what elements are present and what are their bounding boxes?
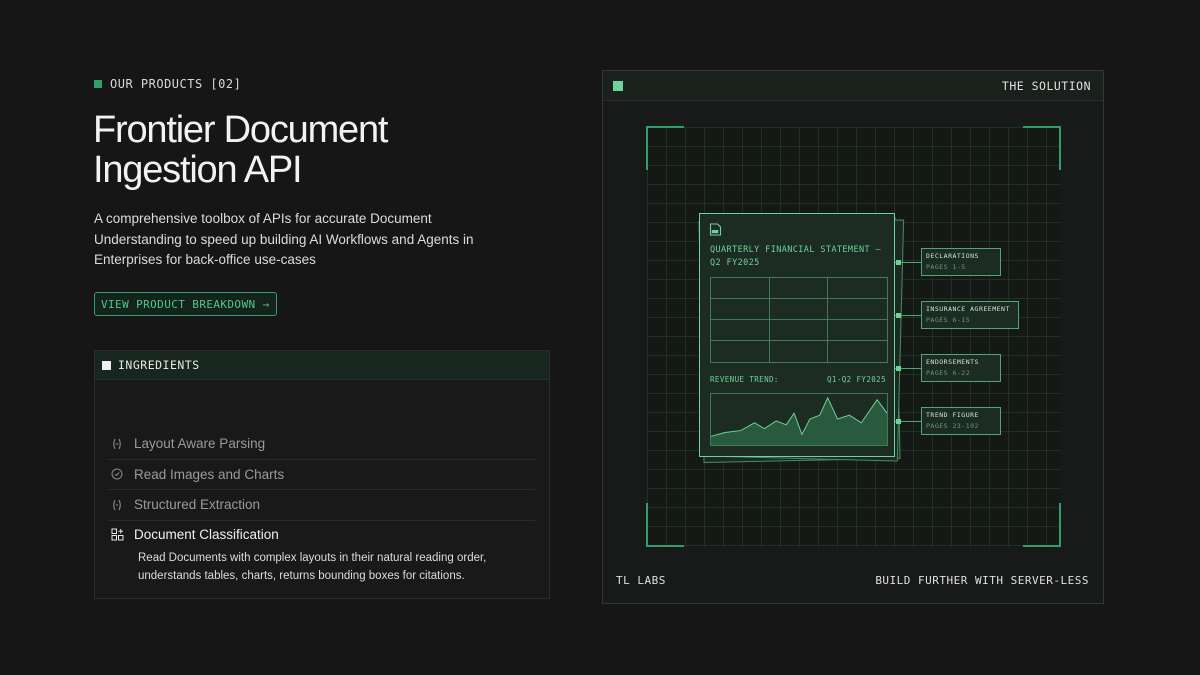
ingredient-label: Structured Extraction <box>134 497 261 513</box>
corner-bracket-bottom-left <box>646 503 684 547</box>
document-icon <box>709 223 722 241</box>
white-square-icon <box>102 360 111 370</box>
corner-bracket-bottom-right <box>1023 503 1061 547</box>
corner-bracket-top-left <box>646 126 684 170</box>
parse-icon <box>110 437 124 451</box>
section-label-trend-figure: TREND FIGURE PAGES 23-102 <box>921 407 1001 435</box>
ingredient-document-classification[interactable]: Document Classification <box>107 521 535 549</box>
ingredient-label: Layout Aware Parsing <box>134 436 266 452</box>
ingredients-list: Layout Aware Parsing Read Images and Cha… <box>107 429 535 585</box>
card-header-label: THE SOLUTION <box>1001 79 1091 93</box>
green-square-icon <box>613 81 623 91</box>
corner-bracket-top-right <box>1023 126 1061 170</box>
grid-plus-icon <box>110 528 124 542</box>
ingredient-layout-aware-parsing[interactable]: Layout Aware Parsing <box>107 429 535 460</box>
solution-card: THE SOLUTION QUARTERLY FINANCIAL STATEME… <box>602 70 1104 604</box>
view-product-breakdown-button[interactable]: VIEW PRODUCT BREAKDOWN → <box>94 292 277 316</box>
revenue-trend-label: REVENUE TREND: <box>710 375 779 384</box>
footer-brand-label: TL LABS <box>616 574 666 587</box>
section-label-insurance-agreement: INSURANCE AGREEMENT PAGES 6-15 <box>921 301 1019 329</box>
brackets-icon <box>110 498 124 512</box>
eyebrow-label: OUR PRODUCTS [02] <box>110 77 242 91</box>
document-illustration: QUARTERLY FINANCIAL STATEMENT — Q2 FY202… <box>699 213 895 457</box>
connector-dot <box>896 419 901 424</box>
connector-dot <box>896 260 901 265</box>
ingredients-title: INGREDIENTS <box>118 358 200 372</box>
section-label-endorsements: ENDORSEMENTS PAGES 6-22 <box>921 354 1001 382</box>
ingredient-read-images-and-charts[interactable]: Read Images and Charts <box>107 460 535 490</box>
ingredient-structured-extraction[interactable]: Structured Extraction <box>107 490 535 521</box>
product-description: A comprehensive toolbox of APIs for accu… <box>94 211 474 267</box>
footer-tagline: BUILD FURTHER WITH SERVER-LESS <box>875 574 1089 587</box>
section-label-declarations: DECLARATIONS PAGES 1-5 <box>921 248 1001 276</box>
revenue-sparkline <box>710 393 888 446</box>
ingredients-header: INGREDIENTS <box>95 351 549 380</box>
green-square-icon <box>94 80 102 88</box>
connector-dot <box>896 313 901 318</box>
ingredient-label: Document Classification <box>134 527 279 542</box>
check-circle-icon <box>110 467 124 481</box>
ingredient-description: Read Documents with complex layouts in t… <box>138 551 487 582</box>
connector-dot <box>896 366 901 371</box>
revenue-range-label: Q1-Q2 FY2025 <box>827 375 886 384</box>
page-title: Frontier Document Ingestion API <box>93 109 388 191</box>
document-table <box>710 277 888 363</box>
document-title: QUARTERLY FINANCIAL STATEMENT — Q2 FY202… <box>710 245 882 268</box>
cta-label: VIEW PRODUCT BREAKDOWN → <box>101 297 270 311</box>
section-eyebrow: OUR PRODUCTS [02] <box>94 77 241 91</box>
ingredients-panel: INGREDIENTS Layout Aware Parsing Read Im… <box>94 350 550 599</box>
ingredient-label: Read Images and Charts <box>134 466 285 482</box>
card-header: THE SOLUTION <box>603 71 1103 101</box>
